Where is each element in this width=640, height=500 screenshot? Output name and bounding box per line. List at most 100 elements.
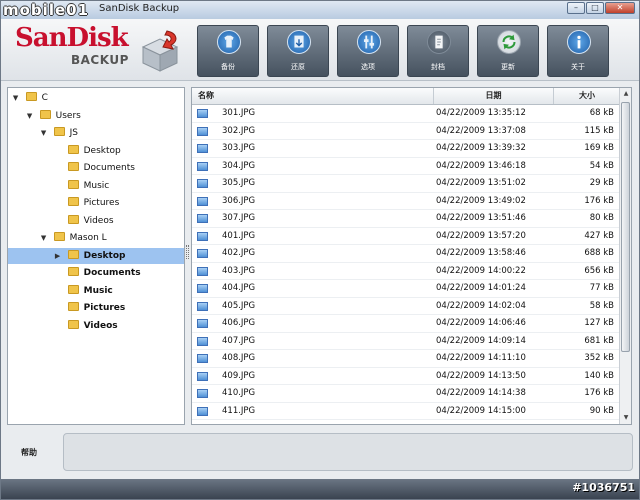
close-button[interactable]: ✕ [605, 2, 635, 14]
tree-toggle[interactable]: ▼ [41, 230, 51, 246]
tree-node-users[interactable]: ▼ Users [8, 108, 184, 124]
file-date: 04/22/2009 13:39:32 [436, 143, 526, 153]
tree-label: Desktop [83, 250, 126, 261]
tree-label: Music [83, 285, 113, 296]
file-size: 656 kB [584, 265, 614, 276]
file-size: 58 kB [589, 300, 614, 311]
scroll-up-arrow[interactable]: ▲ [621, 89, 631, 99]
scroll-down-arrow[interactable]: ▼ [621, 413, 631, 423]
title-bar: mobile01 SanDisk Backup – □ ✕ [1, 1, 639, 19]
tree-node-js-videos[interactable]: Videos [8, 213, 184, 229]
image-file-icon [197, 126, 208, 136]
column-header-size[interactable]: 大小 [554, 88, 620, 104]
tree-node-js-documents[interactable]: Documents [8, 160, 184, 176]
file-name: 402.JPG [222, 248, 256, 258]
image-file-icon [197, 284, 208, 293]
tree-label: Pictures [83, 198, 120, 208]
tree-toggle[interactable]: ▼ [13, 90, 23, 106]
vertical-scrollbar[interactable]: ▲ ▼ [619, 88, 631, 424]
archive-label: 封档 [431, 63, 445, 71]
tree-node-js[interactable]: ▼ JS [8, 125, 184, 141]
file-name: 302.JPG [222, 125, 256, 136]
file-size: 176 kB [584, 195, 614, 206]
table-row[interactable]: 303.JPG 04/22/2009 13:39:32 169 kB [192, 140, 620, 158]
options-icon [357, 30, 381, 54]
folder-tree[interactable]: ▼ C ▼ Users ▼ JS Desktop Documents Music… [7, 87, 185, 425]
tree-node-mason-documents[interactable]: Documents [8, 265, 184, 281]
column-header-date[interactable]: 日期 [434, 88, 554, 104]
tree-toggle[interactable]: ▶ [55, 248, 65, 264]
table-row[interactable]: 410.JPG 04/22/2009 14:14:38 176 kB [192, 385, 620, 403]
table-row[interactable]: 307.JPG 04/22/2009 13:51:46 80 kB [192, 210, 620, 228]
table-row[interactable]: 305.JPG 04/22/2009 13:51:02 29 kB [192, 175, 620, 193]
file-date: 04/22/2009 14:14:38 [436, 388, 526, 398]
tree-toggle[interactable]: ▼ [27, 108, 37, 124]
table-row[interactable]: 302.JPG 04/22/2009 13:37:08 115 kB [192, 123, 620, 140]
watermark-id: #1036751 [572, 481, 635, 494]
file-name: 305.JPG [222, 178, 256, 188]
table-row[interactable]: 301.JPG 04/22/2009 13:35:12 68 kB [192, 105, 620, 123]
column-header-name[interactable]: 名称 [192, 88, 434, 104]
tree-label: C [41, 93, 48, 103]
archive-button[interactable]: 封档 [407, 25, 469, 77]
table-row[interactable]: 403.JPG 04/22/2009 14:00:22 656 kB [192, 263, 620, 280]
table-row[interactable]: 408.JPG 04/22/2009 14:11:10 352 kB [192, 350, 620, 368]
file-name: 410.JPG [222, 388, 256, 398]
toolbar: 备份 还原 选项 封档 更新 关于 [197, 25, 617, 77]
folder-icon [67, 144, 79, 154]
options-button[interactable]: 选项 [337, 25, 399, 77]
image-file-icon [197, 214, 208, 223]
table-row[interactable]: 406.JPG 04/22/2009 14:06:46 127 kB [192, 315, 620, 333]
folder-icon [67, 284, 79, 294]
tree-toggle[interactable]: ▼ [41, 125, 51, 141]
table-row[interactable]: 407.JPG 04/22/2009 14:09:14 681 kB [192, 333, 620, 350]
table-row[interactable]: 405.JPG 04/22/2009 14:02:04 58 kB [192, 298, 620, 315]
table-row[interactable]: 306.JPG 04/22/2009 13:49:02 176 kB [192, 193, 620, 210]
backup-label: 备份 [221, 63, 235, 71]
tree-node-js-pictures[interactable]: Pictures [8, 195, 184, 211]
image-file-icon [197, 301, 208, 311]
tree-node-mason-desktop[interactable]: ▶ Desktop [8, 247, 184, 264]
brand-subtitle: BACKUP [71, 53, 129, 67]
tree-node-mason-music[interactable]: Music [8, 283, 184, 299]
tree-node-mason[interactable]: ▼ Mason L [8, 230, 184, 246]
tree-node-c[interactable]: ▼ C [8, 90, 184, 106]
tree-node-mason-videos[interactable]: Videos [8, 318, 184, 334]
file-list[interactable]: 名称 日期 大小 301.JPG 04/22/2009 13:35:12 68 kB… [191, 87, 632, 425]
file-size: 68 kB [589, 108, 614, 118]
about-button[interactable]: 关于 [547, 25, 609, 77]
table-row[interactable]: 304.JPG 04/22/2009 13:46:18 54 kB [192, 158, 620, 175]
file-date: 04/22/2009 13:46:18 [436, 160, 526, 171]
backup-button[interactable]: 备份 [197, 25, 259, 77]
tree-label: Mason L [69, 233, 107, 243]
minimize-button[interactable]: – [567, 2, 585, 14]
pane-splitter[interactable] [186, 245, 189, 259]
tree-node-mason-pictures[interactable]: Pictures [8, 300, 184, 316]
brand-logo: SanDisk [15, 23, 129, 53]
window-controls: – □ ✕ [566, 2, 635, 14]
update-button[interactable]: 更新 [477, 25, 539, 77]
folder-icon [67, 319, 79, 329]
table-row[interactable]: 401.JPG 04/22/2009 13:57:20 427 kB [192, 228, 620, 245]
image-file-icon [197, 144, 208, 153]
file-date: 04/22/2009 13:57:20 [436, 230, 526, 241]
file-list-header: 名称 日期 大小 [192, 88, 620, 105]
table-row[interactable]: 409.JPG 04/22/2009 14:13:50 140 kB [192, 368, 620, 385]
file-size: 115 kB [584, 125, 614, 136]
tree-node-js-desktop[interactable]: Desktop [8, 143, 184, 159]
scrollbar-thumb[interactable] [621, 102, 630, 352]
image-file-icon [197, 371, 208, 381]
image-file-icon [197, 266, 208, 276]
file-size: 90 kB [589, 405, 614, 416]
file-size: 352 kB [584, 353, 614, 363]
file-size: 140 kB [584, 370, 614, 381]
tree-node-js-music[interactable]: Music [8, 178, 184, 194]
maximize-button[interactable]: □ [586, 2, 604, 14]
restore-button[interactable]: 还原 [267, 25, 329, 77]
table-row[interactable]: 404.JPG 04/22/2009 14:01:24 77 kB [192, 280, 620, 298]
folder-icon [67, 249, 79, 259]
file-size: 77 kB [589, 283, 614, 293]
table-row[interactable]: 402.JPG 04/22/2009 13:58:46 688 kB [192, 245, 620, 263]
file-name: 406.JPG [222, 318, 256, 328]
table-row[interactable]: 411.JPG 04/22/2009 14:15:00 90 kB [192, 403, 620, 420]
